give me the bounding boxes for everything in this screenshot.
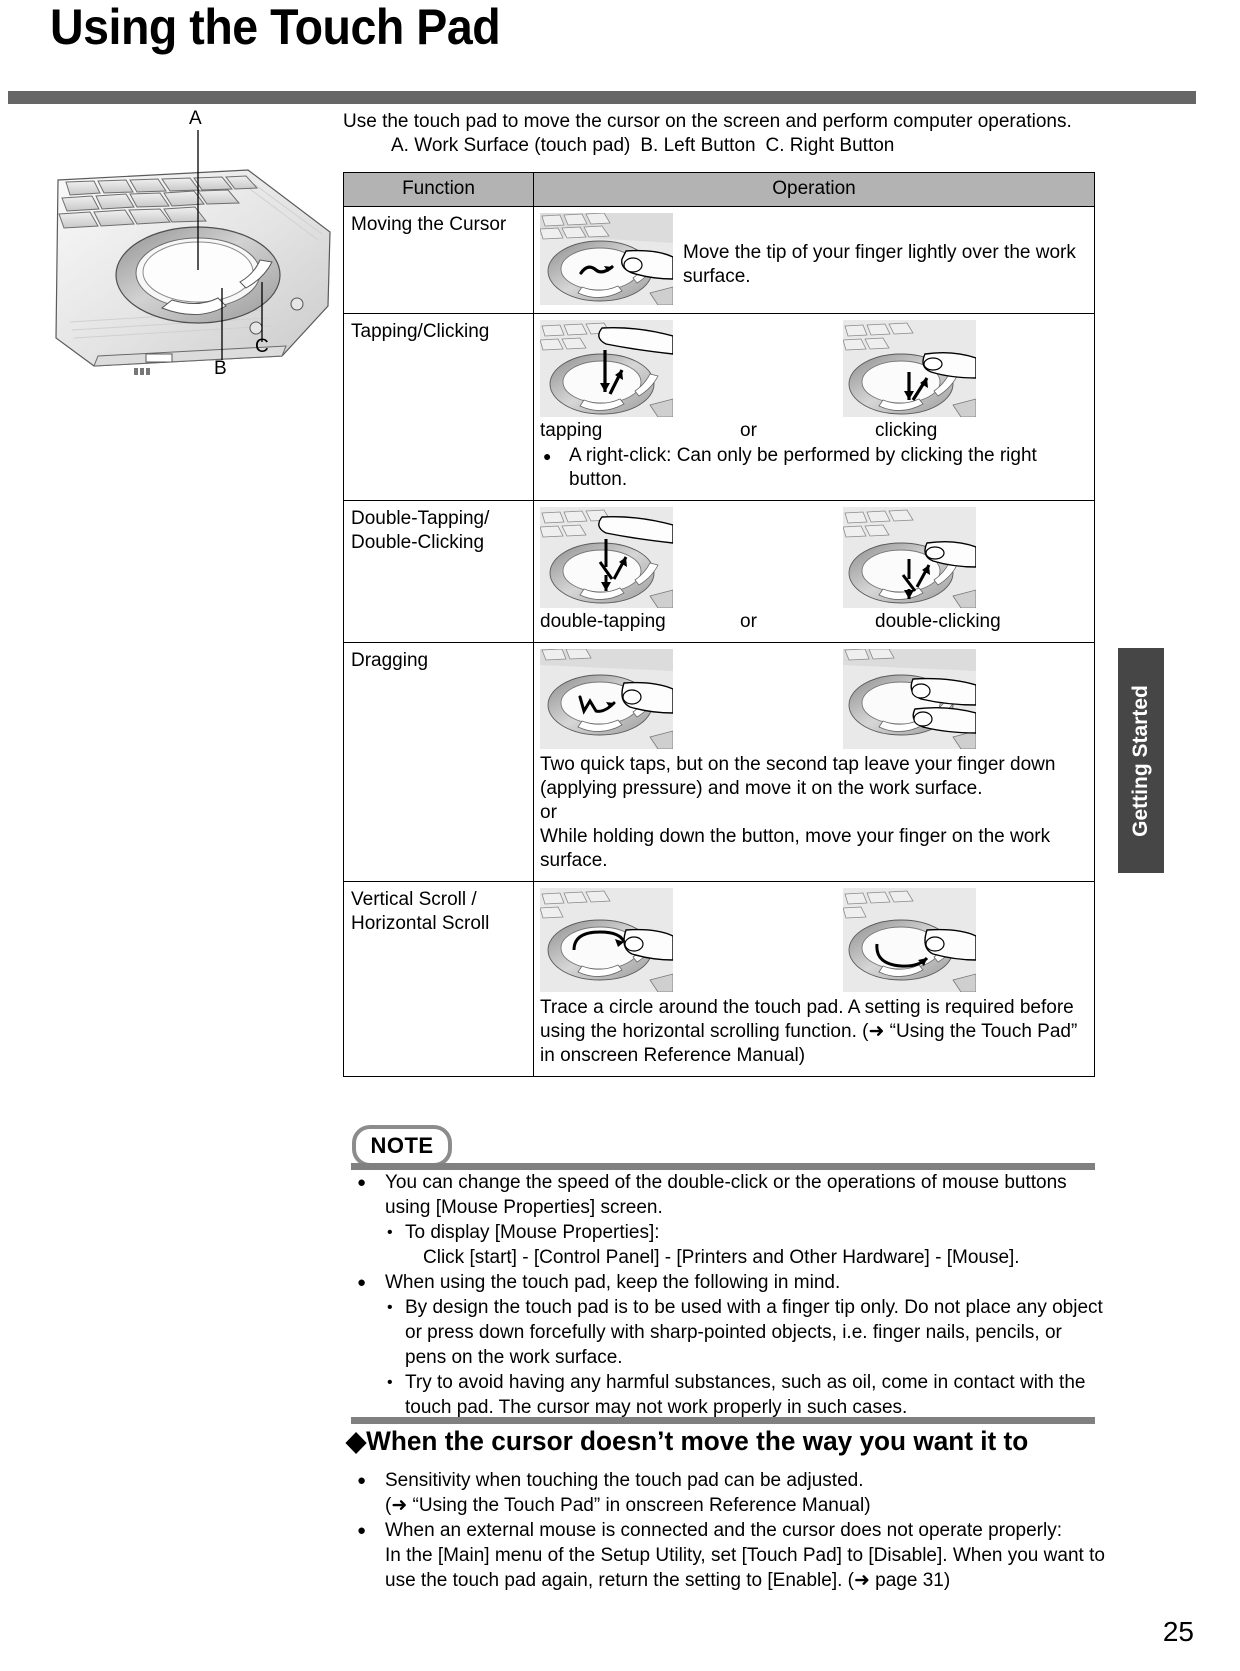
table-row: Double-Tapping/ Double-Clicking double-t…	[343, 500, 1095, 643]
row-text-moving-the-cursor: Move the tip of your finger lightly over…	[683, 242, 1076, 287]
sub-bullet-icon: •	[387, 1374, 393, 1391]
clicking-photo	[843, 320, 976, 417]
section-heading: ◆When the cursor doesn’t move the way yo…	[346, 1426, 1029, 1456]
legend-b: B. Left Button	[640, 135, 756, 156]
touchpad-operations-table: Function Operation Moving the Cursor Mov…	[343, 172, 1095, 1077]
figure-label-c: C	[255, 336, 269, 357]
section-body: ● Sensitivity when touching the touch pa…	[351, 1468, 1111, 1593]
caption-clicking: clicking	[875, 420, 938, 441]
note-subitem-text: Try to avoid having any harmful substanc…	[405, 1372, 1086, 1418]
table-row: Dragging Two quick taps, but on the seco…	[343, 642, 1095, 882]
page-number: 25	[1162, 1616, 1194, 1647]
note-subitem-line-1: To display [Mouse Properties]:	[405, 1222, 660, 1243]
side-tab-label: Getting Started	[1129, 684, 1152, 837]
bullet-icon: ●	[357, 1174, 367, 1191]
double-clicking-photo	[843, 507, 976, 608]
row-operation-scroll: Trace a circle around the touch pad. A s…	[533, 881, 1095, 1077]
section-item-text: Sensitivity when touching the touch pad …	[385, 1468, 1111, 1518]
moving-cursor-photo	[540, 213, 673, 305]
vertical-scroll-photo	[540, 888, 673, 992]
note-subitem: • To display [Mouse Properties]: Click […	[351, 1220, 1103, 1270]
row-function-line-2: Double-Clicking	[351, 532, 485, 553]
bullet-icon: ●	[357, 1274, 367, 1291]
section-item-line-1: Sensitivity when touching the touch pad …	[385, 1470, 864, 1491]
section-divider	[351, 1417, 1095, 1424]
note-item-text: You can change the speed of the double-c…	[385, 1172, 1067, 1218]
note-subitem-text: By design the touch pad is to be used wi…	[405, 1297, 1103, 1368]
caption-tapping: tapping	[540, 420, 603, 441]
bullet-icon: ●	[357, 1522, 367, 1539]
row-function-dragging: Dragging	[343, 642, 534, 882]
row-operation-double-tapping-clicking: double-tapping or double-clicking	[533, 500, 1095, 643]
note-item: ● You can change the speed of the double…	[351, 1170, 1103, 1220]
figure-label-a: A	[189, 108, 202, 129]
section-item: ● Sensitivity when touching the touch pa…	[351, 1468, 1111, 1518]
note-divider	[351, 1163, 1095, 1170]
note-item: ● When using the touch pad, keep the fol…	[351, 1270, 1103, 1295]
drag-button-photo	[843, 649, 976, 749]
row-operation-moving-the-cursor: Move the tip of your finger lightly over…	[533, 206, 1095, 314]
row-text-dragging-or: or	[540, 802, 557, 823]
drag-tap-photo	[540, 649, 673, 749]
col-header-function: Function	[343, 172, 534, 207]
legend-a: A. Work Surface (touch pad)	[391, 135, 631, 156]
touchpad-figure: A B C	[50, 108, 335, 395]
row-function-scroll: Vertical Scroll / Horizontal Scroll	[343, 881, 534, 1077]
bullet-icon: ●	[543, 448, 552, 464]
caption-or-1: or	[740, 420, 757, 441]
caption-double-tapping: double-tapping	[540, 611, 666, 632]
note-subitem: • Try to avoid having any harmful substa…	[351, 1370, 1103, 1420]
row-function-moving-the-cursor: Moving the Cursor	[343, 206, 534, 314]
row-function-line-1: Double-Tapping/	[351, 508, 490, 529]
section-item: ● When an external mouse is connected an…	[351, 1518, 1111, 1593]
row-operation-dragging: Two quick taps, but on the second tap le…	[533, 642, 1095, 882]
bullet-icon: ●	[357, 1472, 367, 1489]
sub-bullet-icon: •	[387, 1224, 393, 1241]
col-header-operation: Operation	[533, 172, 1095, 207]
caption-or-2: or	[740, 611, 757, 632]
caption-double-clicking: double-clicking	[875, 611, 1001, 632]
intro-legend: A. Work Surface (touch pad) B. Left Butt…	[343, 134, 1103, 158]
page-title: Using the Touch Pad	[50, 0, 501, 55]
note-subitem-line-2: Click [start] - [Control Panel] - [Print…	[423, 1247, 1020, 1268]
row-function-tapping-clicking: Tapping/Clicking	[343, 313, 534, 501]
side-tab-getting-started: Getting Started	[1118, 648, 1164, 873]
section-item-line-2: In the [Main] menu of the Setup Utility,…	[385, 1545, 1105, 1591]
section-item-line-1: When an external mouse is connected and …	[385, 1520, 1063, 1541]
row-function-line-2: Horizontal Scroll	[351, 913, 490, 934]
note-subitem-text: To display [Mouse Properties]: Click [st…	[405, 1220, 1103, 1270]
sub-bullet-icon: •	[387, 1299, 393, 1316]
section-item-text: When an external mouse is connected and …	[385, 1518, 1111, 1593]
section-item-line-2: (➜ “Using the Touch Pad” in onscreen Ref…	[385, 1495, 871, 1516]
legend-c: C. Right Button	[765, 135, 895, 156]
table-row: Moving the Cursor Move the tip of your f…	[343, 206, 1095, 314]
intro-text: Use the touch pad to move the cursor on …	[343, 110, 1103, 158]
table-row: Tapping/Clicking tapping or clicking ● A…	[343, 313, 1095, 501]
note-item-text: When using the touch pad, keep the follo…	[385, 1272, 841, 1293]
intro-line-1: Use the touch pad to move the cursor on …	[343, 111, 1072, 132]
note-subitem: • By design the touch pad is to be used …	[351, 1295, 1103, 1370]
note-body: ● You can change the speed of the double…	[351, 1170, 1103, 1420]
laptop-illustration-svg	[55, 130, 331, 375]
document-page: Using the Touch Pad A B C Use the touch …	[0, 0, 1240, 1671]
double-tapping-photo	[540, 507, 673, 608]
horizontal-scroll-photo	[843, 888, 976, 992]
note-badge: NOTE	[352, 1125, 452, 1167]
row-text-scroll: Trace a circle around the touch pad. A s…	[540, 997, 1078, 1066]
row-bullet-tapping-clicking: A right-click: Can only be performed by …	[569, 445, 1037, 490]
row-operation-tapping-clicking: tapping or clicking ● A right-click: Can…	[533, 313, 1095, 501]
row-function-double-tapping-clicking: Double-Tapping/ Double-Clicking	[343, 500, 534, 643]
row-function-line-1: Vertical Scroll /	[351, 889, 477, 910]
table-row: Vertical Scroll / Horizontal Scroll Trac…	[343, 881, 1095, 1077]
figure-label-b: B	[214, 358, 227, 379]
table-header-row: Function Operation	[343, 172, 1095, 207]
row-text-dragging-1: Two quick taps, but on the second tap le…	[540, 754, 1056, 799]
tapping-photo	[540, 320, 673, 417]
title-divider	[8, 91, 1196, 104]
row-text-dragging-2: While holding down the button, move your…	[540, 826, 1051, 871]
